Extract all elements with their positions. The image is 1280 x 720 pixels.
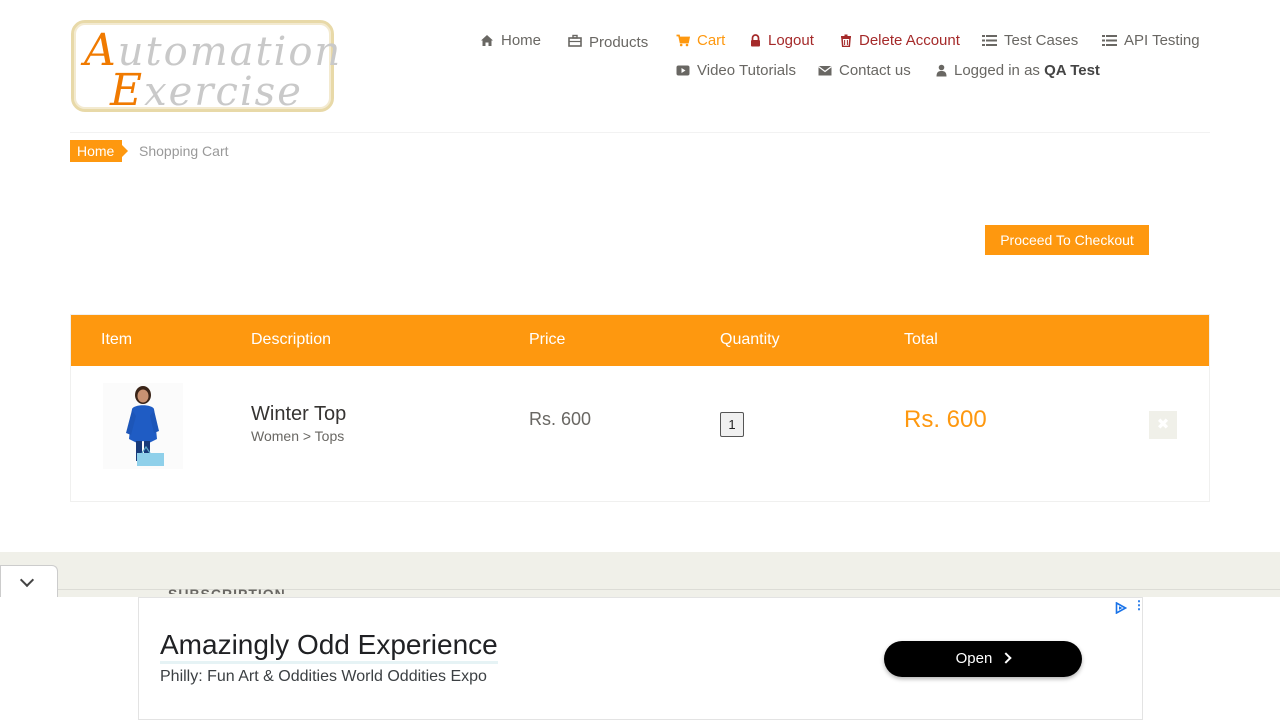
nav-logged-in: Logged in as QA Test bbox=[936, 62, 1100, 79]
chevron-down-icon bbox=[19, 572, 35, 588]
briefcase-icon bbox=[568, 34, 582, 47]
nav-video-tutorials[interactable]: Video Tutorials bbox=[676, 62, 796, 79]
product-image[interactable] bbox=[103, 383, 183, 469]
ad-title[interactable]: Amazingly Odd Experience bbox=[160, 629, 498, 664]
proceed-to-checkout-button[interactable]: Proceed To Checkout bbox=[985, 225, 1149, 255]
breadcrumb-home[interactable]: Home bbox=[70, 140, 129, 162]
ad-more-options-icon[interactable]: ⋮ bbox=[1133, 599, 1145, 611]
product-name[interactable]: Winter Top bbox=[251, 403, 346, 426]
close-icon: ✖ bbox=[1156, 416, 1170, 433]
header-divider bbox=[70, 132, 1210, 133]
nav-contact-us[interactable]: Contact us bbox=[818, 62, 911, 79]
header-price: Price bbox=[529, 331, 566, 348]
nav-cart[interactable]: Cart bbox=[676, 32, 725, 49]
ad-banner[interactable]: Amazingly Odd Experience Philly: Fun Art… bbox=[138, 597, 1145, 720]
product-category: Women > Tops bbox=[251, 428, 345, 444]
youtube-play-icon bbox=[676, 64, 690, 77]
list-icon bbox=[982, 34, 997, 47]
product-total: Rs. 600 bbox=[904, 406, 987, 433]
nav-api-testing[interactable]: API Testing bbox=[1102, 32, 1200, 49]
header-description: Description bbox=[251, 331, 332, 348]
quantity-box: 1 bbox=[720, 412, 744, 437]
logged-in-username: QA Test bbox=[1044, 62, 1100, 79]
chevron-right-icon bbox=[1000, 652, 1013, 664]
trash-icon bbox=[840, 34, 852, 48]
ad-open-button[interactable]: Open bbox=[884, 641, 1082, 677]
home-icon bbox=[480, 34, 494, 47]
header-total: Total bbox=[904, 331, 938, 348]
user-icon bbox=[936, 64, 947, 77]
breadcrumb-current: Shopping Cart bbox=[139, 143, 229, 159]
subscription-heading: SUBSCRIPTION bbox=[168, 586, 286, 594]
nav-products[interactable]: Products bbox=[568, 32, 648, 51]
lock-icon bbox=[750, 34, 761, 47]
logo-line-2: Exercise bbox=[110, 65, 303, 116]
header-item: Item bbox=[101, 331, 133, 348]
ad-subtitle: Philly: Fun Art & Oddities World Odditie… bbox=[160, 668, 487, 685]
site-logo[interactable]: Automation Exercise bbox=[71, 20, 340, 116]
nav-delete-account[interactable]: Delete Account bbox=[840, 32, 960, 49]
nav-home[interactable]: Home bbox=[480, 32, 541, 49]
ad-choices-icon[interactable] bbox=[1115, 601, 1128, 615]
list-icon bbox=[1102, 34, 1117, 47]
product-price: Rs. 600 bbox=[529, 409, 592, 429]
cart-table: Item Description Price Quantity Total Wi… bbox=[70, 314, 1210, 502]
header-quantity: Quantity bbox=[720, 331, 780, 348]
delete-item-button[interactable]: ✖ bbox=[1149, 411, 1177, 439]
cart-table-header: Item Description Price Quantity Total bbox=[71, 315, 1209, 366]
envelope-icon bbox=[818, 64, 832, 77]
nav-logout[interactable]: Logout bbox=[750, 32, 814, 49]
nav-test-cases[interactable]: Test Cases bbox=[982, 32, 1078, 49]
shopping-cart-icon bbox=[676, 34, 691, 47]
ad-collapse-button[interactable] bbox=[0, 565, 58, 597]
